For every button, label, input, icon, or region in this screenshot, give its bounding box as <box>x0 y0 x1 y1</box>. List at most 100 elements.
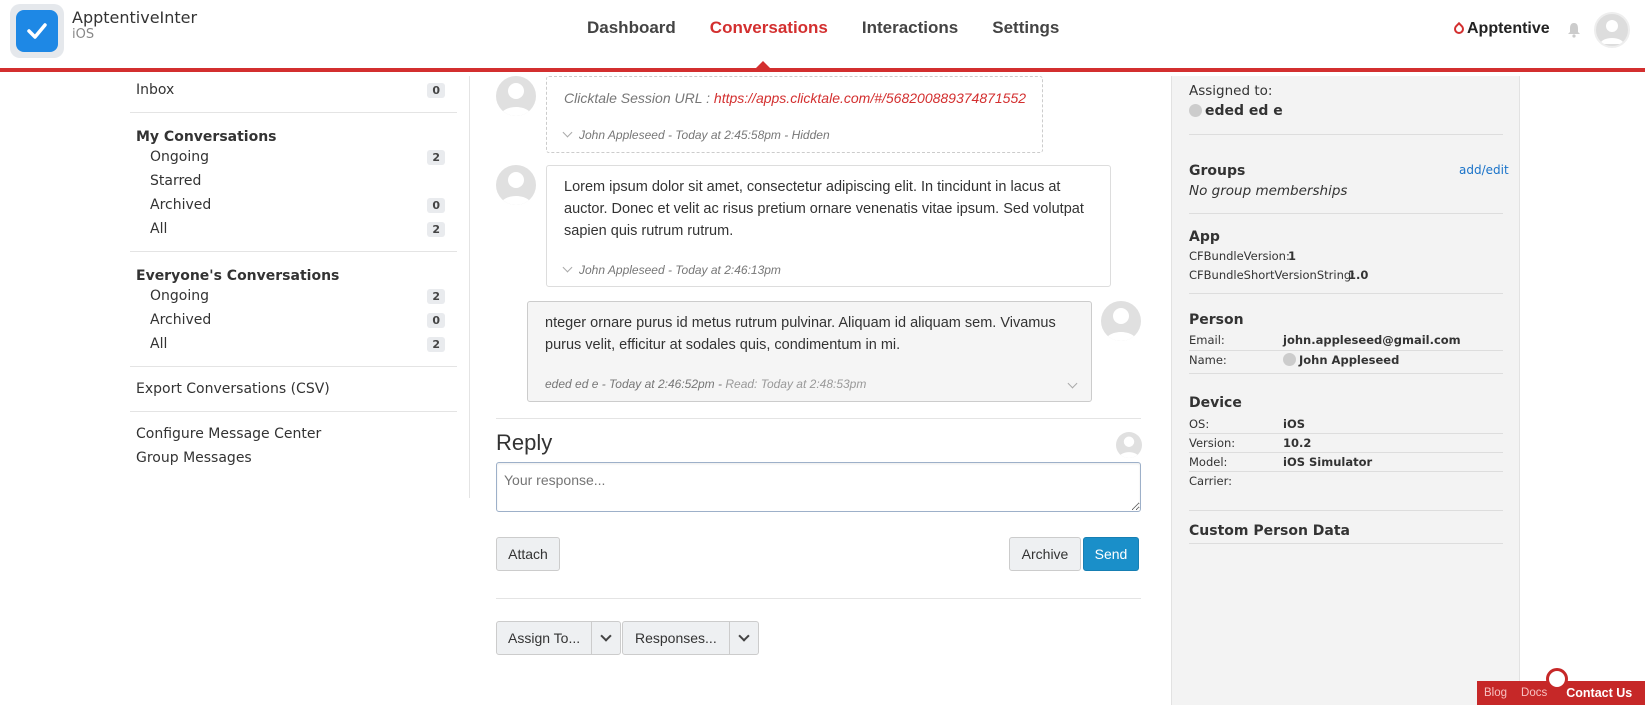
conversations-sidebar: Inbox 0 My Conversations Ongoing 2 Starr… <box>130 76 457 470</box>
responses-label: Responses... <box>623 622 730 654</box>
message-incoming: Lorem ipsum dolor sit amet, consectetur … <box>546 165 1111 287</box>
sidebar-item-my-archived[interactable]: Archived 0 <box>136 193 451 217</box>
groups-add-edit-link[interactable]: add/edit <box>1459 163 1509 177</box>
nav-dashboard[interactable]: Dashboard <box>570 18 693 38</box>
brand-logo[interactable]: Apptentive <box>1451 20 1550 38</box>
reply-heading: Reply <box>496 430 553 455</box>
divider <box>1189 350 1503 351</box>
avatar <box>1283 353 1296 366</box>
app-key: CFBundleShortVersionString: <box>1189 268 1356 282</box>
sender-avatar <box>496 165 536 205</box>
bell-icon[interactable] <box>1564 20 1584 40</box>
divider <box>1189 471 1503 472</box>
person-email-value[interactable]: john.appleseed@gmail.com <box>1283 333 1461 347</box>
assigned-to-label: Assigned to: <box>1189 83 1273 99</box>
divider <box>496 418 1141 419</box>
divider <box>1189 510 1503 511</box>
groups-value: No group memberships <box>1189 183 1348 199</box>
assign-to-dropdown[interactable]: Assign To... <box>496 621 622 655</box>
custom-person-data-heading: Custom Person Data <box>1189 523 1351 539</box>
app-key: CFBundleVersion: <box>1189 249 1290 263</box>
message-text: Clicktale Session URL : https://apps.cli… <box>564 87 1026 109</box>
divider <box>1189 134 1503 135</box>
app-name[interactable]: ApptentiveInter <box>72 8 197 27</box>
divider <box>1189 373 1503 374</box>
configure-message-center-link[interactable]: Configure Message Center <box>136 422 451 446</box>
divider <box>1189 433 1503 434</box>
divider <box>1189 293 1503 294</box>
device-value: iOS Simulator <box>1283 455 1373 469</box>
person-name-key: Name: <box>1189 353 1227 367</box>
divider <box>130 251 457 252</box>
device-value: 10.2 <box>1283 436 1312 450</box>
avatar <box>1189 103 1202 117</box>
device-key: Model: <box>1189 455 1228 469</box>
nav-conversations[interactable]: Conversations <box>693 18 845 38</box>
sidebar-item-my-starred[interactable]: Starred <box>136 169 451 193</box>
app-heading: App <box>1189 229 1220 245</box>
sidebar-item-everyone-all[interactable]: All 2 <box>136 332 451 356</box>
assigned-to-value: eded ed e <box>1189 103 1283 119</box>
divider <box>1189 543 1503 544</box>
person-name: John Appleseed <box>1299 353 1400 367</box>
count-badge: 0 <box>427 82 445 98</box>
count-badge: 0 <box>427 312 445 328</box>
nav-interactions[interactable]: Interactions <box>845 18 975 38</box>
docs-link[interactable]: Docs <box>1514 687 1554 699</box>
chevron-down-icon[interactable] <box>730 622 758 654</box>
chevron-down-icon[interactable] <box>562 127 573 138</box>
divider <box>1189 213 1503 214</box>
everyones-conversations-heading: Everyone's Conversations <box>136 268 340 284</box>
app-icon[interactable] <box>10 4 64 58</box>
sidebar-item-my-all[interactable]: All 2 <box>136 217 451 241</box>
divider <box>496 598 1141 599</box>
sidebar-item-my-ongoing[interactable]: Ongoing 2 <box>136 145 451 169</box>
device-key: Version: <box>1189 436 1236 450</box>
chevron-down-icon[interactable] <box>1067 378 1078 389</box>
message-meta: eded ed e - Today at 2:46:52pm - Read: T… <box>545 377 866 391</box>
sidebar-item-label: Starred <box>150 173 202 189</box>
count-badge: 2 <box>427 288 445 304</box>
responses-dropdown[interactable]: Responses... <box>622 621 759 655</box>
message-meta: John Appleseed - Today at 2:45:58pm - Hi… <box>562 127 830 142</box>
sidebar-item-label: All <box>150 336 168 352</box>
chevron-down-icon[interactable] <box>562 262 573 273</box>
nav-settings[interactable]: Settings <box>975 18 1076 38</box>
contact-us-link[interactable]: Contact Us <box>1554 686 1639 700</box>
user-avatar[interactable] <box>1594 12 1630 48</box>
app-platform: iOS <box>72 27 95 42</box>
sidebar-item-label: Archived <box>150 197 212 213</box>
person-heading: Person <box>1189 312 1244 328</box>
sidebar-item-inbox[interactable]: Inbox 0 <box>136 78 451 102</box>
sidebar-divider <box>469 76 470 498</box>
apptentive-logo-icon <box>1451 21 1467 37</box>
count-badge: 2 <box>427 149 445 165</box>
message-text: Lorem ipsum dolor sit amet, consectetur … <box>564 179 1084 239</box>
reply-input[interactable] <box>496 462 1141 512</box>
send-button[interactable]: Send <box>1083 537 1139 571</box>
clicktale-url-link[interactable]: https://apps.clicktale.com/#/56820088937… <box>714 90 1026 106</box>
message-meta: John Appleseed - Today at 2:46:13pm <box>562 262 781 277</box>
sidebar-item-everyone-ongoing[interactable]: Ongoing 2 <box>136 284 451 308</box>
divider <box>130 366 457 367</box>
assign-to-label: Assign To... <box>497 622 593 654</box>
heart-icon[interactable] <box>1546 668 1568 690</box>
message-hidden-note: Clicktale Session URL : https://apps.cli… <box>546 76 1043 153</box>
blog-link[interactable]: Blog <box>1477 687 1514 699</box>
read-receipt: Read: Today at 2:48:53pm <box>725 377 867 391</box>
message-meta-text: John Appleseed - Today at 2:45:58pm - Hi… <box>579 128 830 142</box>
attach-button[interactable]: Attach <box>496 537 560 571</box>
note-label: Clicktale Session URL : <box>564 90 714 106</box>
sidebar-item-label: Archived <box>150 312 212 328</box>
assignee-name: eded ed e <box>1205 103 1283 119</box>
archive-button[interactable]: Archive <box>1009 537 1081 571</box>
device-heading: Device <box>1189 395 1242 411</box>
message-outgoing: nteger ornare purus id metus rutrum pulv… <box>527 301 1092 402</box>
export-conversations-link[interactable]: Export Conversations (CSV) <box>136 377 451 401</box>
divider <box>130 411 457 412</box>
top-navigation-bar: ApptentiveInter iOS Dashboard Conversati… <box>0 0 1645 72</box>
group-messages-link[interactable]: Group Messages <box>136 446 451 470</box>
chevron-down-icon[interactable] <box>592 622 620 654</box>
sidebar-item-label: Ongoing <box>150 149 209 165</box>
sidebar-item-everyone-archived[interactable]: Archived 0 <box>136 308 451 332</box>
